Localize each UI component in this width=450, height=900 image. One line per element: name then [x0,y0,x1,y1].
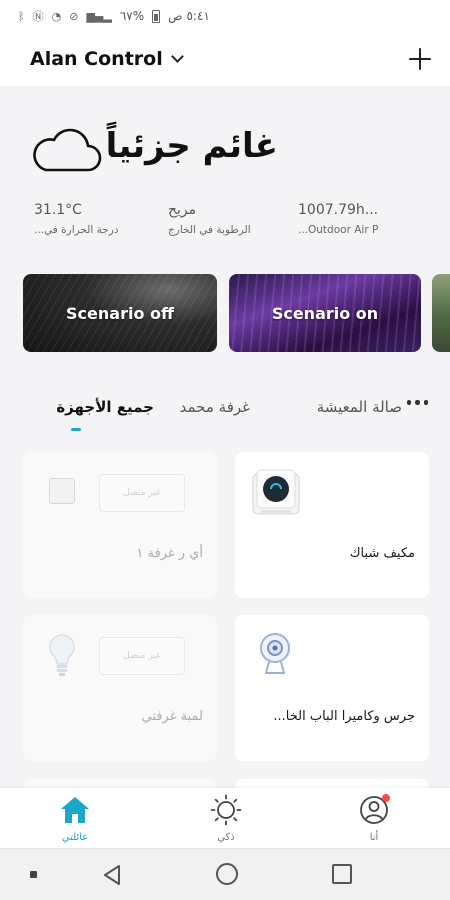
battery-level: %٦٧ [119,9,145,23]
battery-icon [152,9,161,23]
device-name: أي ر غرفة ١ [136,546,203,561]
sun-icon [210,794,242,826]
notification-dot [382,794,390,802]
nav-smart[interactable]: ذكي [186,794,266,843]
doorbell-camera-icon [260,633,290,674]
pressure-stat: 1007.79h... Outdoor Air P... [298,202,418,236]
scenario-off-card[interactable]: Scenario off [23,274,217,352]
home-button-icon[interactable] [216,863,238,885]
recent-apps-icon[interactable] [332,864,352,884]
offline-badge: غير متصل [99,474,185,512]
wifi-icon: ◔ [51,9,62,23]
nav-smart-label: ذكي [217,832,235,843]
nav-me[interactable]: أنا [334,794,414,843]
bulb-icon [49,634,75,676]
status-bar: ٥:٤١ ص %٦٧ ▂▄▆ ⊘ ◔ Ⓝ ᛒ [0,0,450,32]
scenario-off-label: Scenario off [66,303,174,323]
app-header: Alan Control [0,32,450,86]
offline-badge: غير متصل [99,637,185,675]
tab-living-room[interactable]: صالة المعيشة [317,398,402,416]
bluetooth-icon: ᛒ [18,9,25,23]
nfc-icon: Ⓝ [32,10,44,23]
scenario-on-card[interactable]: Scenario on [229,274,421,352]
system-navigation-bar [0,848,450,900]
pressure-value: 1007.79h... [298,202,379,218]
active-tab-indicator [71,428,81,431]
scenario-row: Scenario off Scenario on [0,274,450,352]
device-card[interactable]: غير متصل لمبة غرفتي [23,615,217,761]
nav-dot-icon[interactable] [30,871,37,878]
home-name: Alan Control [30,48,163,70]
home-icon [61,797,89,823]
signal-icon: ▂▄▆ [86,9,112,23]
device-card[interactable]: غير متصل أي ر غرفة ١ [23,452,217,598]
chevron-down-icon [170,50,184,63]
device-card[interactable]: مكيف شباك [235,452,429,598]
humidity-label: الرطوبة في الخارج [168,224,251,236]
bottom-navigation: عائلتي ذكي أنا [0,788,450,848]
tab-room-mohammed[interactable]: غرفة محمد [180,398,250,416]
mute-icon: ⊘ [69,9,79,23]
nav-home[interactable]: عائلتي [35,794,115,843]
weather-panel: غائم جزئياً 31.1°C درجة الحرارة في... مر… [0,86,450,256]
add-device-button[interactable] [406,45,434,73]
device-card[interactable]: جرس وكاميرا الباب الخا... [235,615,429,761]
temperature-stat: 31.1°C درجة الحرارة في... [34,202,154,236]
nav-me-label: أنا [369,832,379,843]
scenario-card-partial[interactable] [432,274,450,352]
air-conditioner-icon [252,469,300,515]
device-name: مكيف شباك [349,546,415,561]
scenario-on-label: Scenario on [271,303,379,323]
tab-all-devices[interactable]: جميع الأجهزة [56,398,154,416]
back-icon[interactable] [100,863,124,887]
pressure-label: Outdoor Air P... [298,224,379,236]
room-tabs: جميع الأجهزة غرفة محمد صالة المعيشة [0,390,450,436]
sensor-icon [49,478,75,504]
temperature-value: 31.1°C [34,202,82,218]
nav-home-label: عائلتي [61,832,89,843]
more-tabs-icon[interactable] [406,400,428,405]
humidity-value: مريح [168,202,197,218]
weather-condition: غائم جزئياً [105,126,278,166]
humidity-stat: مريح الرطوبة في الخارج [168,202,288,236]
device-name: لمبة غرفتي [141,709,203,724]
status-time: ٥:٤١ ص [168,9,210,23]
cloud-icon [33,128,102,172]
temperature-label: درجة الحرارة في... [34,224,119,236]
device-name: جرس وكاميرا الباب الخا... [273,709,415,724]
home-selector[interactable]: Alan Control [30,48,184,70]
